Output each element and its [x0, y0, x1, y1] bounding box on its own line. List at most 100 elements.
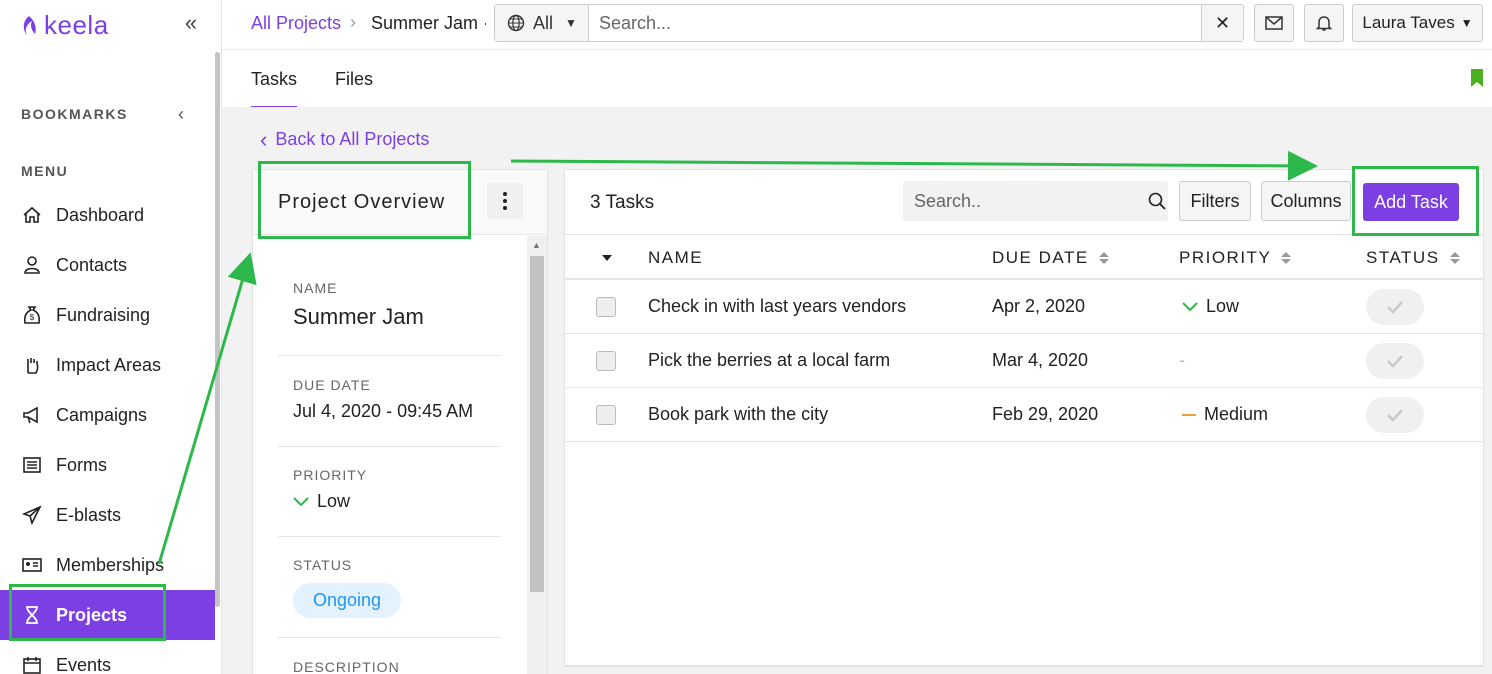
- caret-down-icon[interactable]: [602, 255, 612, 261]
- table-row[interactable]: Check in with last years vendors Apr 2, …: [565, 280, 1483, 334]
- column-header-label: DUE DATE: [992, 248, 1089, 267]
- hand-icon: [22, 355, 42, 375]
- breadcrumb-all-projects[interactable]: All Projects: [251, 13, 341, 34]
- task-due-date: Apr 2, 2020: [992, 296, 1086, 316]
- sidebar-item-label: Impact Areas: [56, 354, 162, 375]
- sidebar-item-contacts[interactable]: Contacts: [0, 240, 215, 290]
- collapse-sidebar-icon[interactable]: «: [180, 10, 202, 36]
- globe-icon: [507, 14, 525, 32]
- field-label: STATUS: [293, 557, 353, 573]
- money-bag-icon: $: [22, 305, 42, 325]
- home-icon: [22, 205, 42, 225]
- notifications-button[interactable]: [1304, 4, 1344, 42]
- row-checkbox[interactable]: [596, 405, 616, 425]
- bookmark-icon[interactable]: [1470, 69, 1484, 87]
- task-name[interactable]: Check in with last years vendors: [648, 296, 906, 317]
- search-icon[interactable]: [1146, 192, 1168, 210]
- task-search-input[interactable]: [903, 190, 1146, 212]
- chevron-left-icon[interactable]: ‹: [178, 104, 184, 125]
- search-input[interactable]: [589, 5, 1201, 41]
- task-priority: Low: [1182, 296, 1239, 317]
- scroll-up-icon[interactable]: ▲: [532, 240, 541, 250]
- priority-label: Low: [317, 491, 351, 511]
- envelope-icon: [1265, 16, 1283, 30]
- filters-button[interactable]: Filters: [1179, 181, 1251, 221]
- sidebar: keela « BOOKMARKS ‹ MENU Dashboard Conta…: [0, 0, 222, 674]
- table-row[interactable]: Book park with the city Feb 29, 2020 Med…: [565, 388, 1483, 442]
- field-priority: PRIORITY Low: [278, 467, 500, 537]
- tab-tasks[interactable]: Tasks: [251, 69, 298, 109]
- sidebar-item-campaigns[interactable]: Campaigns: [0, 390, 215, 440]
- task-name[interactable]: Book park with the city: [648, 404, 828, 425]
- clear-search-button[interactable]: ✕: [1201, 5, 1243, 41]
- task-name[interactable]: Pick the berries at a local farm: [648, 350, 890, 371]
- column-header-label: STATUS: [1366, 248, 1440, 267]
- sidebar-scrollbar[interactable]: [215, 52, 220, 607]
- sidebar-item-label: Campaigns: [56, 404, 148, 425]
- project-overview-panel: Project Overview NAME Summer Jam DUE DAT…: [252, 169, 548, 674]
- sidebar-item-forms[interactable]: Forms: [0, 440, 215, 490]
- keela-logo-icon: [23, 15, 36, 36]
- bell-icon: [1315, 16, 1333, 31]
- sidebar-item-projects[interactable]: Projects: [0, 590, 215, 640]
- table-footer-divider: [565, 665, 1483, 666]
- complete-task-button[interactable]: [1366, 397, 1424, 433]
- row-checkbox[interactable]: [596, 351, 616, 371]
- column-header-due-date[interactable]: DUE DATE: [992, 248, 1109, 268]
- overview-scrollbar[interactable]: ▲: [527, 236, 547, 674]
- sort-icon: [1281, 252, 1292, 264]
- project-name-value: Summer Jam: [293, 304, 424, 329]
- breadcrumb-separator-icon: ›: [350, 12, 356, 32]
- caret-down-icon: ▼: [1460, 16, 1473, 30]
- sidebar-item-eblasts[interactable]: E-blasts: [0, 490, 215, 540]
- chevron-down-icon: [293, 496, 309, 506]
- keela-logo[interactable]: keela: [20, 10, 109, 41]
- field-status: STATUS Ongoing: [278, 557, 500, 638]
- sidebar-item-label: Fundraising: [56, 304, 151, 325]
- global-search: All ▼ ✕: [494, 4, 1244, 42]
- svg-text:$: $: [30, 313, 35, 322]
- user-menu-button[interactable]: Laura Taves ▼: [1352, 4, 1483, 42]
- back-to-all-projects-link[interactable]: ‹ Back to All Projects: [260, 126, 430, 152]
- column-header-priority[interactable]: PRIORITY: [1179, 248, 1292, 268]
- sidebar-item-dashboard[interactable]: Dashboard: [0, 190, 215, 240]
- field-name: NAME Summer Jam: [278, 280, 500, 356]
- field-label: DESCRIPTION: [293, 659, 400, 674]
- scrollbar-thumb[interactable]: [530, 256, 544, 592]
- sidebar-item-memberships[interactable]: Memberships: [0, 540, 215, 590]
- column-header-label: PRIORITY: [1179, 248, 1272, 267]
- sidebar-item-label: Forms: [56, 454, 107, 475]
- tasks-count: 3 Tasks: [590, 192, 655, 213]
- tab-files[interactable]: Files: [335, 69, 373, 106]
- complete-task-button[interactable]: [1366, 343, 1424, 379]
- priority-value: Low: [278, 491, 500, 512]
- sidebar-item-label: Events: [56, 654, 112, 674]
- table-row[interactable]: Pick the berries at a local farm Mar 4, …: [565, 334, 1483, 388]
- hourglass-icon: [22, 605, 42, 625]
- sidebar-item-label: Contacts: [56, 254, 128, 275]
- task-search: [903, 181, 1168, 221]
- calendar-icon: [22, 655, 42, 674]
- sidebar-item-events[interactable]: Events: [0, 640, 215, 674]
- add-task-button[interactable]: Add Task: [1363, 183, 1459, 221]
- back-link-label: Back to All Projects: [275, 129, 430, 149]
- sidebar-item-fundraising[interactable]: $ Fundraising: [0, 290, 215, 340]
- sort-icon: [1098, 252, 1109, 264]
- field-label: DUE DATE: [293, 377, 371, 393]
- row-checkbox[interactable]: [596, 297, 616, 317]
- field-due-date: DUE DATE Jul 4, 2020 - 09:45 AM: [278, 377, 500, 447]
- more-options-icon[interactable]: [487, 183, 523, 219]
- checkmark-icon: [1387, 355, 1403, 368]
- chevron-left-icon: ‹: [260, 126, 268, 152]
- task-due-date: Feb 29, 2020: [992, 404, 1099, 424]
- sidebar-item-impact-areas[interactable]: Impact Areas: [0, 340, 215, 390]
- columns-button[interactable]: Columns: [1261, 181, 1351, 221]
- breadcrumb-current: Summer Jam ·: [371, 13, 486, 33]
- caret-down-icon: ▼: [565, 16, 577, 30]
- search-scope-select[interactable]: All ▼: [495, 5, 589, 41]
- user-name: Laura Taves: [1362, 13, 1455, 32]
- messages-button[interactable]: [1254, 4, 1294, 42]
- column-header-status[interactable]: STATUS: [1366, 248, 1460, 268]
- complete-task-button[interactable]: [1366, 289, 1424, 325]
- column-header-name[interactable]: NAME: [648, 248, 703, 268]
